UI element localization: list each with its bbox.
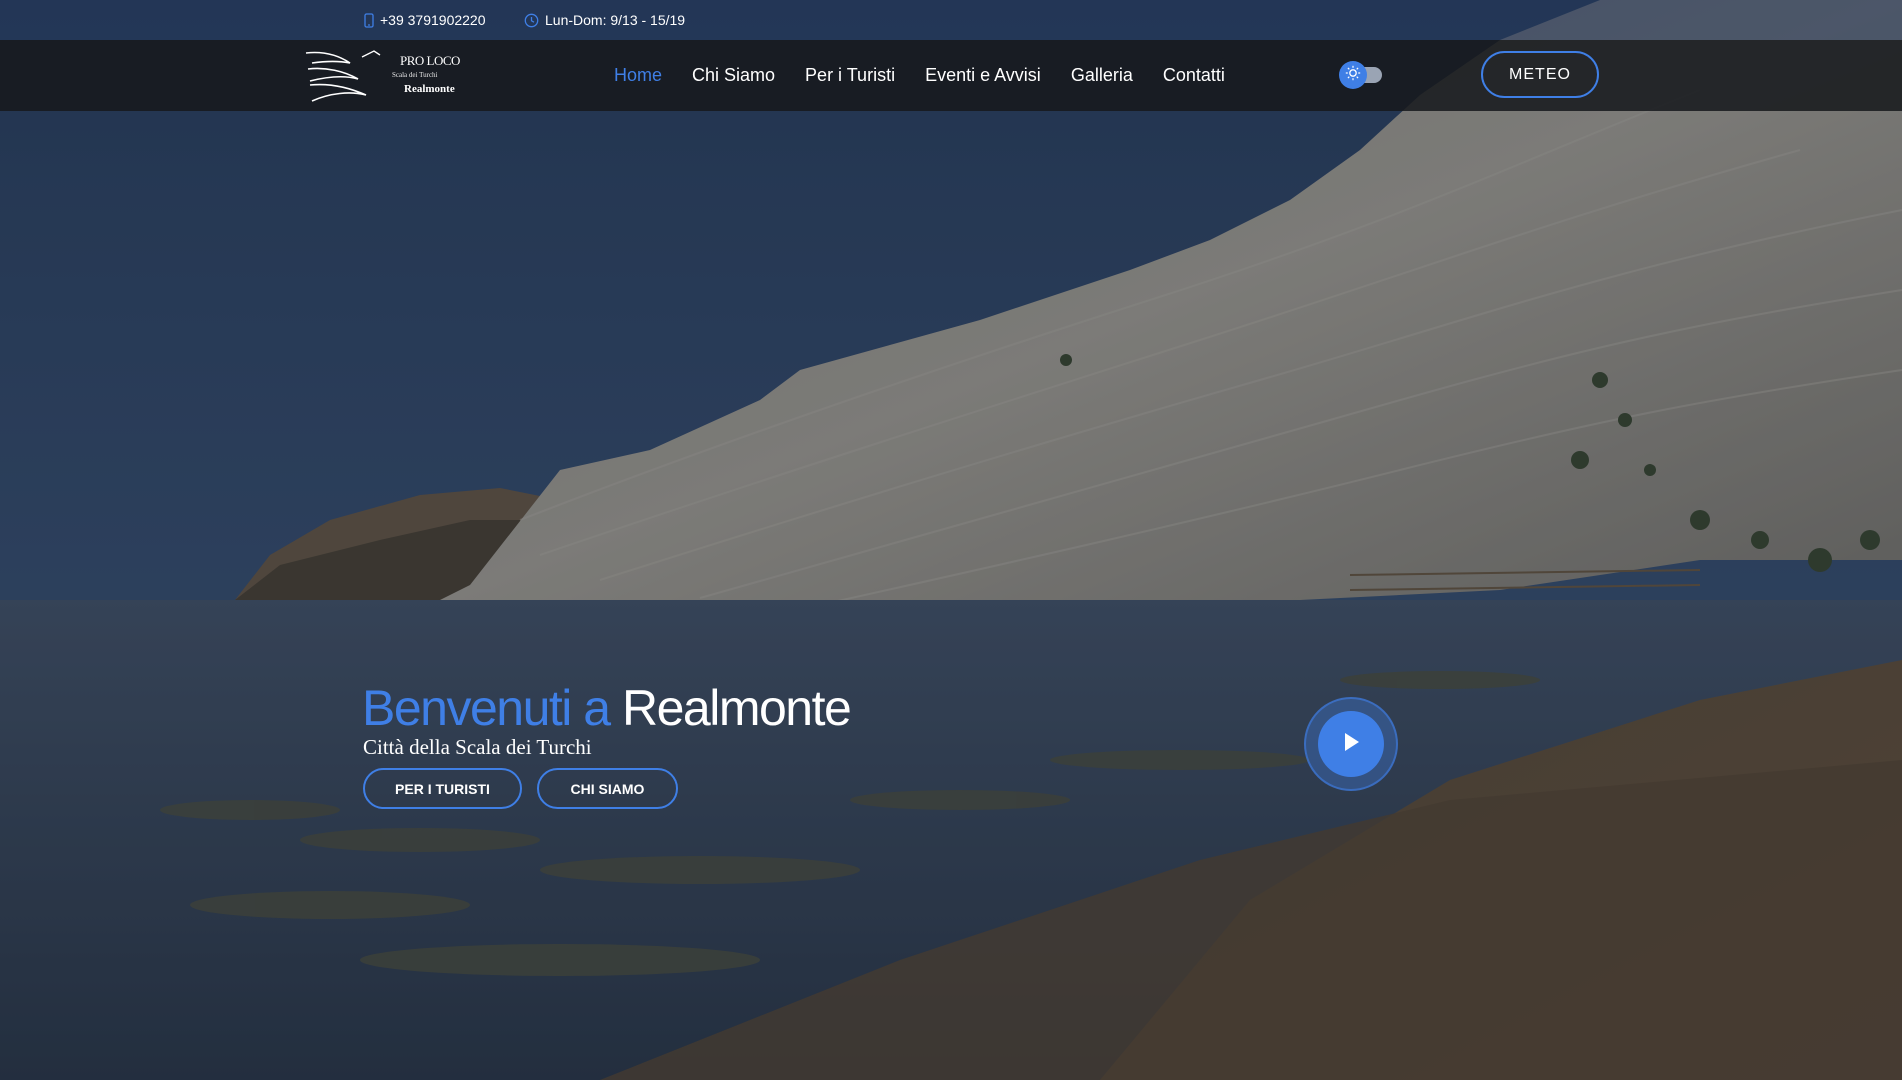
nav-home[interactable]: Home	[614, 65, 662, 85]
hero-title-part1: Benvenuti a	[362, 680, 611, 736]
site-logo[interactable]: PRO LOCO Scala dei Turchi Realmonte	[304, 45, 470, 107]
nav-eventi-e-avvisi[interactable]: Eventi e Avvisi	[925, 65, 1041, 85]
topbar: +39 3791902220 Lun-Dom: 9/13 - 15/19	[0, 0, 1902, 40]
nav-galleria[interactable]: Galleria	[1071, 65, 1133, 85]
meteo-button[interactable]: METEO	[1481, 51, 1599, 98]
topbar-phone-text: +39 3791902220	[380, 12, 486, 28]
sun-icon	[1345, 65, 1361, 86]
play-icon	[1341, 731, 1361, 758]
per-i-turisti-button[interactable]: PER I TURISTI	[363, 768, 522, 809]
nav-contatti[interactable]: Contatti	[1163, 65, 1225, 85]
nav-chi-siamo[interactable]: Chi Siamo	[692, 65, 775, 85]
page: +39 3791902220 Lun-Dom: 9/13 - 15/19 PRO…	[0, 0, 1902, 1080]
mobile-phone-icon	[364, 12, 374, 28]
main-navbar: PRO LOCO Scala dei Turchi Realmonte Home…	[0, 40, 1902, 111]
topbar-hours: Lun-Dom: 9/13 - 15/19	[524, 0, 685, 40]
hero-title: Benvenuti a Realmonte	[362, 678, 852, 738]
nav-menu: Home Chi Siamo Per i Turisti Eventi e Av…	[614, 40, 1255, 111]
hero-subtitle: Città della Scala dei Turchi	[363, 735, 592, 759]
chi-siamo-button[interactable]: CHI SIAMO	[537, 768, 678, 809]
logo-text-scala: Scala dei Turchi	[392, 71, 438, 79]
logo-text-proloco: PRO LOCO	[400, 53, 460, 68]
hero-dark-overlay	[0, 0, 1902, 1080]
nav-per-i-turisti[interactable]: Per i Turisti	[805, 65, 895, 85]
hero-title-part2: Realmonte	[622, 680, 852, 736]
play-button-core	[1318, 711, 1384, 777]
play-video-button[interactable]	[1304, 697, 1398, 791]
clock-icon	[524, 13, 539, 28]
topbar-hours-text: Lun-Dom: 9/13 - 15/19	[545, 12, 686, 28]
logo-wave-mark	[305, 50, 381, 102]
theme-toggle-knob	[1339, 61, 1367, 89]
theme-toggle[interactable]	[1338, 58, 1388, 90]
logo-text-realmonte: Realmonte	[404, 83, 455, 95]
topbar-phone[interactable]: +39 3791902220	[364, 0, 486, 40]
